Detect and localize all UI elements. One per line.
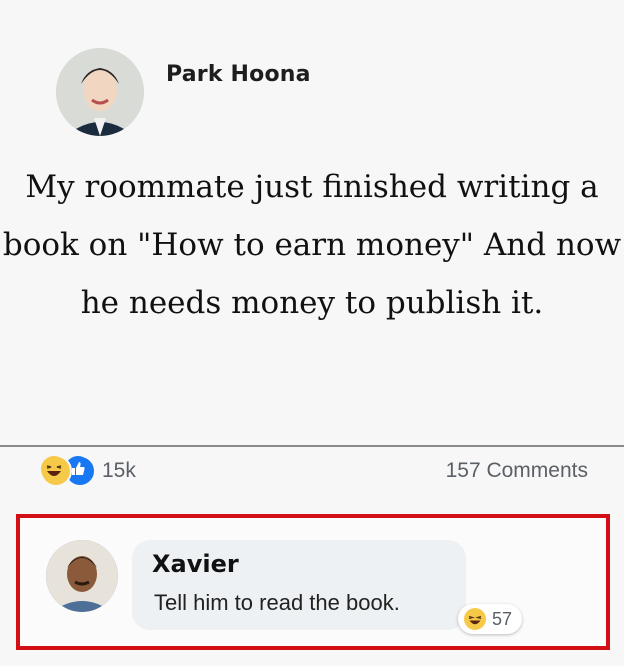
author-name[interactable]: Park Hoona — [166, 62, 311, 87]
commenter-avatar[interactable] — [46, 540, 118, 612]
haha-icon — [40, 455, 72, 487]
comment-reaction[interactable]: 57 — [458, 604, 523, 634]
post-header: Park Hoona — [56, 48, 311, 136]
highlighted-comment: Xavier Tell him to read the book. 57 — [16, 514, 610, 650]
post-reactions[interactable]: 15k — [40, 455, 136, 487]
haha-icon — [464, 608, 486, 630]
reaction-count: 15k — [102, 459, 136, 482]
comments-count[interactable]: 157 Comments — [446, 459, 588, 483]
author-avatar[interactable] — [56, 48, 144, 136]
comment-bubble: Xavier Tell him to read the book. — [132, 540, 466, 630]
comment-text: Tell him to read the book. — [154, 590, 400, 615]
commenter-name[interactable]: Xavier — [152, 550, 239, 578]
divider — [0, 445, 624, 447]
post-text: My roommate just finished writing a book… — [2, 169, 622, 321]
comment-reaction-count: 57 — [492, 608, 513, 629]
